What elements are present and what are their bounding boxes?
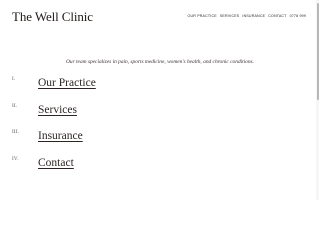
menu-link-our-practice[interactable]: Our Practice bbox=[38, 75, 96, 91]
menu-row-our-practice: I. Our Practice bbox=[12, 75, 272, 102]
vertical-scrollbar[interactable] bbox=[316, 0, 319, 200]
menu-row-insurance: III. Insurance bbox=[12, 128, 272, 155]
header: The Well Clinic Our Practice Services In… bbox=[12, 8, 308, 26]
menu-numeral: II. bbox=[12, 102, 18, 109]
menu-link-insurance[interactable]: Insurance bbox=[38, 128, 83, 144]
menu-row-services: II. Services bbox=[12, 102, 272, 129]
menu-numeral: III. bbox=[12, 129, 20, 135]
top-nav-contact[interactable]: Contact bbox=[268, 13, 286, 19]
scroll-thumb[interactable] bbox=[316, 3, 319, 100]
menu-numeral: IV. bbox=[12, 155, 19, 162]
menu-link-services[interactable]: Services bbox=[38, 102, 77, 118]
menu-numeral: I. bbox=[12, 76, 16, 82]
top-nav-insurance[interactable]: Insurance bbox=[242, 13, 265, 19]
menu-row-contact: IV. Contact bbox=[12, 155, 272, 182]
top-nav-services[interactable]: Services bbox=[220, 13, 240, 19]
clinic-logo[interactable]: The Well Clinic bbox=[12, 8, 93, 26]
top-nav-phone[interactable]: 0778 999 bbox=[290, 13, 306, 19]
main-menu: I. Our Practice II. Services III. Insura… bbox=[12, 75, 272, 181]
top-nav-our-practice[interactable]: Our Practice bbox=[188, 13, 217, 19]
top-nav: Our Practice Services Insurance Contact … bbox=[188, 13, 307, 19]
intro-text: Our team specializes in pain, sports med… bbox=[66, 59, 254, 65]
menu-link-contact[interactable]: Contact bbox=[38, 155, 74, 171]
